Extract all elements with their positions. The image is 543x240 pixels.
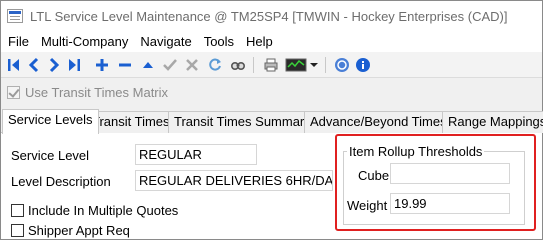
move-up-icon[interactable] <box>139 56 157 74</box>
level-description-input[interactable]: REGULAR DELIVERIES 6HR/DAY <box>135 170 333 191</box>
menu-file[interactable]: File <box>2 32 35 52</box>
info-icon[interactable] <box>354 56 372 74</box>
last-record-icon[interactable] <box>65 56 83 74</box>
level-description-label: Level Description <box>11 174 111 189</box>
chart-icon[interactable] <box>284 56 308 74</box>
include-multiple-quotes-checkbox[interactable] <box>11 204 24 217</box>
find-icon[interactable] <box>229 56 247 74</box>
toolbar-separator <box>325 57 326 73</box>
tab-transit-times[interactable]: Transit Times <box>86 111 176 133</box>
toolbar-separator <box>253 57 254 73</box>
tab-transit-times-summary[interactable]: Transit Times Summary <box>168 111 317 133</box>
window-title: LTL Service Level Maintenance @ TM25SP4 … <box>30 9 508 24</box>
dropdown-arrow-icon[interactable] <box>309 56 319 74</box>
refresh-icon[interactable] <box>206 56 224 74</box>
app-window: LTL Service Level Maintenance @ TM25SP4 … <box>0 0 543 240</box>
menu-help[interactable]: Help <box>240 32 279 52</box>
menu-bar: File Multi-Company Navigate Tools Help <box>1 32 542 52</box>
menu-navigate[interactable]: Navigate <box>134 32 197 52</box>
tab-strip: Service Levels Transit Times Transit Tim… <box>1 109 543 134</box>
toolbar <box>1 52 542 78</box>
app-window-icon <box>7 9 23 23</box>
first-record-icon[interactable] <box>5 56 23 74</box>
menu-multi-company[interactable]: Multi-Company <box>35 32 134 52</box>
transit-matrix-option: Use Transit Times Matrix <box>7 85 168 100</box>
transit-matrix-label: Use Transit Times Matrix <box>25 85 169 100</box>
service-level-input[interactable]: REGULAR <box>135 144 257 165</box>
next-record-icon[interactable] <box>45 56 63 74</box>
include-multiple-quotes-label: Include In Multiple Quotes <box>28 203 179 218</box>
highlight-box <box>335 134 536 231</box>
shipper-appt-req-checkbox[interactable] <box>11 224 24 237</box>
cancel-x-icon[interactable] <box>183 56 201 74</box>
menu-tools[interactable]: Tools <box>198 32 240 52</box>
include-multiple-quotes-option: Include In Multiple Quotes <box>11 203 178 218</box>
transit-matrix-checkbox[interactable] <box>7 86 20 99</box>
tab-service-levels[interactable]: Service Levels <box>2 109 99 134</box>
help-icon[interactable] <box>333 56 351 74</box>
save-checkmark-icon[interactable] <box>161 56 179 74</box>
shipper-appt-req-label: Shipper Appt Req <box>28 223 130 238</box>
print-icon[interactable] <box>262 56 280 74</box>
tab-range-mappings[interactable]: Range Mappings <box>442 111 543 133</box>
tab-advance-beyond-times[interactable]: Advance/Beyond Times <box>304 111 453 133</box>
add-icon[interactable] <box>93 56 111 74</box>
shipper-appt-req-option: Shipper Appt Req <box>11 223 130 238</box>
title-bar: LTL Service Level Maintenance @ TM25SP4 … <box>1 1 542 32</box>
delete-icon[interactable] <box>116 56 134 74</box>
previous-record-icon[interactable] <box>25 56 43 74</box>
service-level-label: Service Level <box>11 148 90 163</box>
